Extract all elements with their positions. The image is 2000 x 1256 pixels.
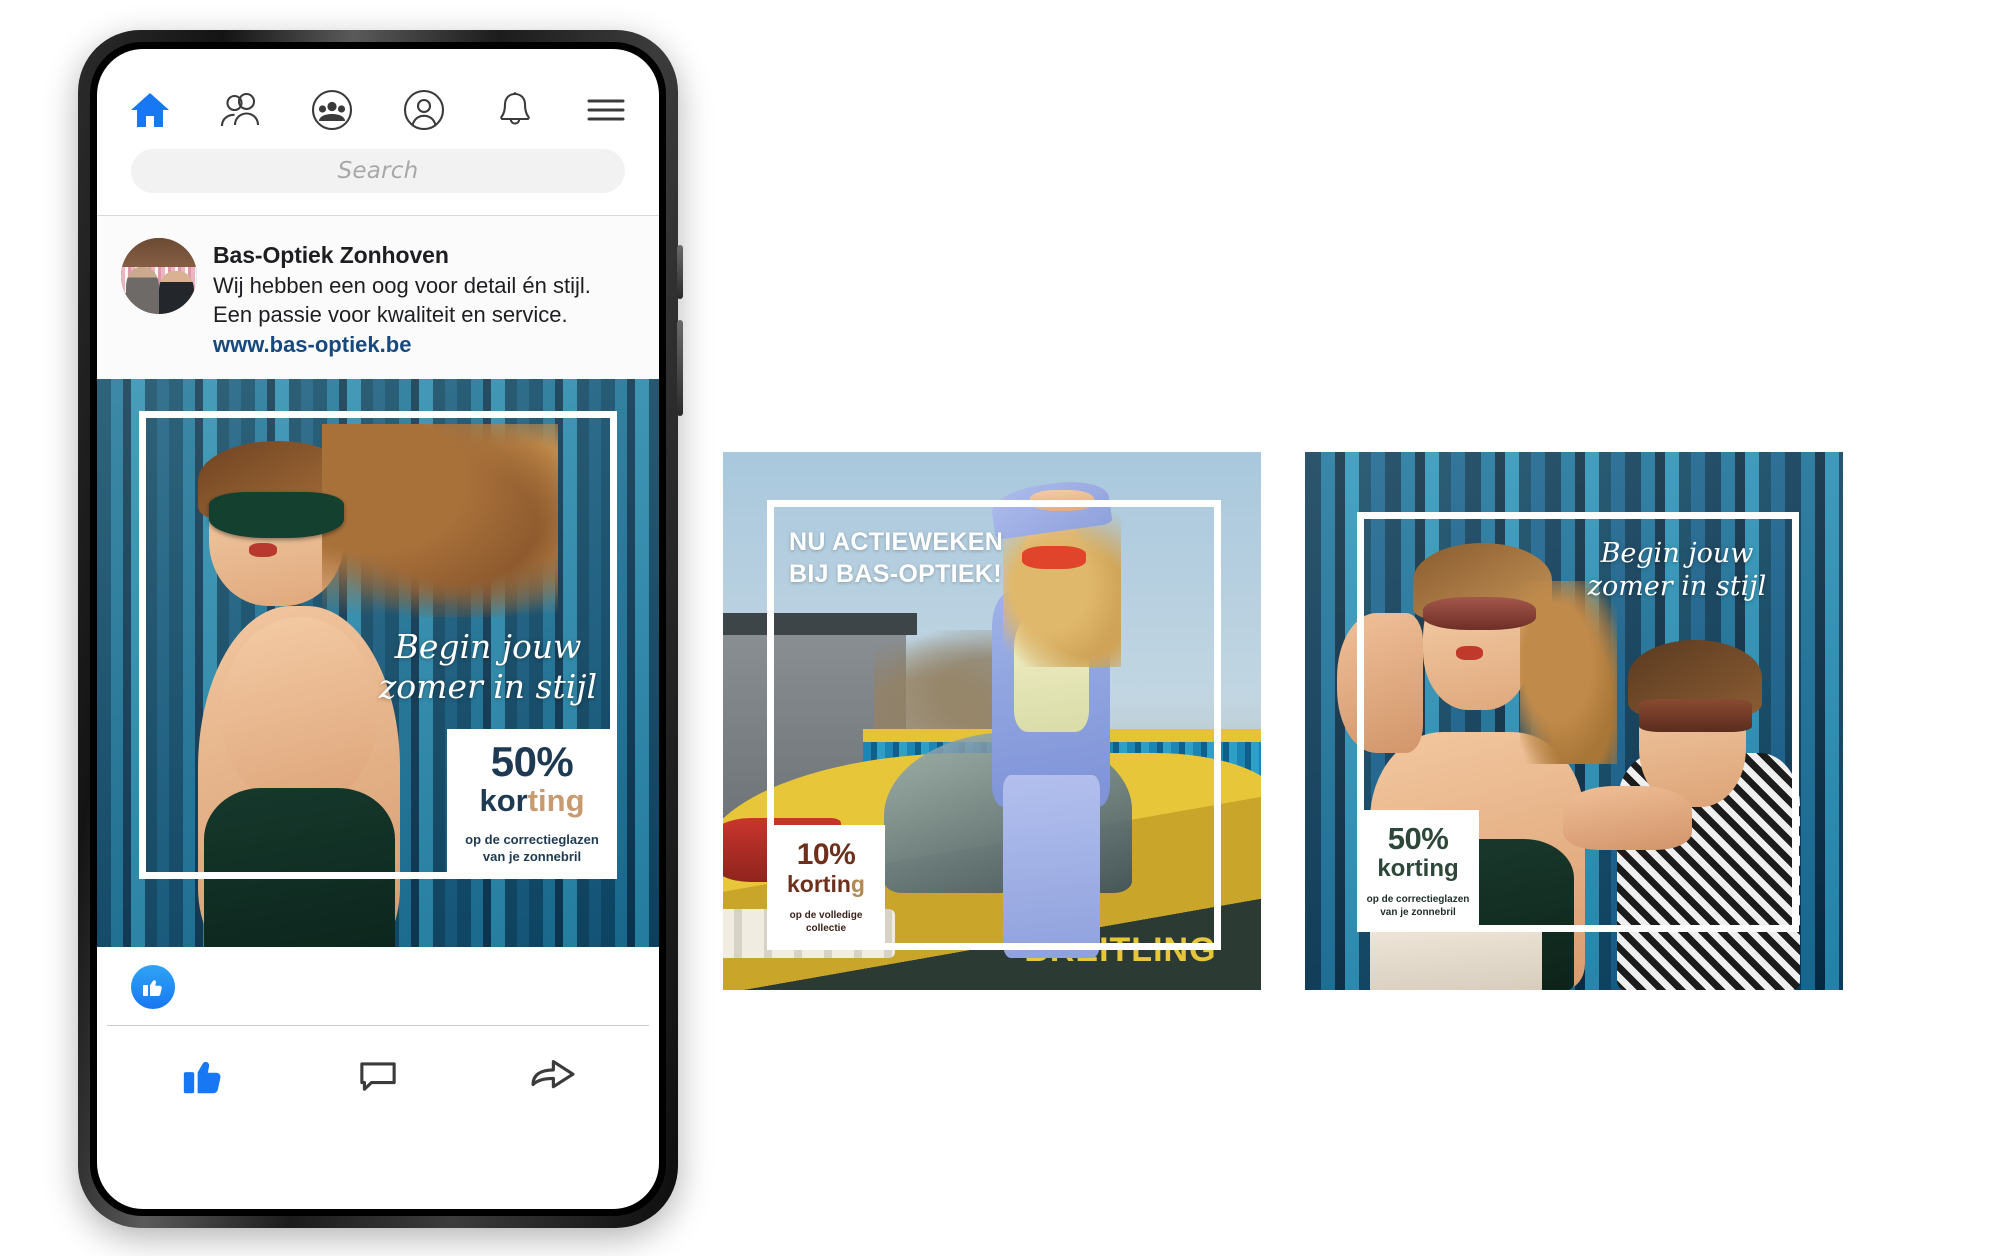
ad-creative-couple[interactable]: Begin jouw zomer in stijl 50% korting op…: [1305, 452, 1843, 990]
badge-percent: 10%: [796, 838, 856, 872]
comment-button[interactable]: [343, 1048, 413, 1104]
post-text-block: Bas-Optiek Zonhoven Wij hebben een oog v…: [213, 238, 591, 361]
ad-script-text: Begin jouw zomer in stijl: [1587, 538, 1767, 602]
phone-bezel: Search Bas-Optiek Zonhoven Wij hebben ee…: [90, 42, 666, 1216]
badge-percent: 50%: [490, 738, 574, 786]
post-creative-image[interactable]: Begin jouw zomer in stijl 50% korting op…: [97, 378, 659, 947]
ad-discount-badge: 50% korting op de correctieglazen van je…: [1357, 810, 1479, 932]
bell-icon[interactable]: [492, 87, 538, 133]
badge-percent: 50%: [1387, 820, 1449, 856]
badge-sub-2: van je zonnebril: [1380, 907, 1456, 919]
groups-icon[interactable]: [309, 87, 355, 133]
badge-korting: korting: [1377, 856, 1458, 881]
post-line-2: Een passie voor kwaliteit en service.: [213, 302, 568, 328]
hamburger-menu-icon[interactable]: [583, 87, 629, 133]
profile-icon[interactable]: [401, 87, 447, 133]
creative-discount-badge: 50% korting op de correctieglazen van je…: [447, 728, 617, 879]
mockup-canvas: Search Bas-Optiek Zonhoven Wij hebben ee…: [0, 0, 2000, 1256]
badge-sub-1: op de correctieglazen: [465, 831, 599, 847]
app-top-navigation: [97, 49, 659, 139]
share-button[interactable]: [518, 1048, 588, 1104]
ad-discount-badge: 10% korting op de volledige collectie: [767, 825, 885, 950]
home-icon[interactable]: [127, 87, 173, 133]
like-reaction-badge[interactable]: [131, 964, 175, 1009]
avatar[interactable]: [121, 238, 197, 314]
badge-sub-1: op de volledige: [789, 909, 863, 921]
phone-button-power: [677, 320, 683, 416]
badge-korting-accent: ting: [527, 783, 585, 819]
post-line-1: Wij hebben een oog voor detail én stijl.: [213, 272, 591, 298]
badge-sub-1: op de correctieglazen: [1366, 894, 1470, 906]
page-name[interactable]: Bas-Optiek Zonhoven: [213, 240, 591, 271]
badge-korting-accent: g: [850, 871, 865, 898]
badge-korting-dark: korting: [1377, 854, 1459, 882]
post-header: Bas-Optiek Zonhoven Wij hebben een oog v…: [97, 216, 659, 379]
ad-headline: NU ACTIEWEKEN BIJ BAS-OPTIEK!: [789, 528, 1004, 588]
friends-icon[interactable]: [218, 87, 264, 133]
badge-korting: korting: [479, 785, 584, 818]
search-input[interactable]: Search: [131, 149, 625, 193]
like-button[interactable]: [168, 1048, 238, 1104]
post-actions-row: [97, 1025, 659, 1130]
phone-screen: Search Bas-Optiek Zonhoven Wij hebben ee…: [97, 49, 659, 1209]
badge-sub-2: van je zonnebril: [482, 848, 582, 864]
badge-sub-2: collectie: [805, 922, 847, 934]
search-bar-container: Search: [97, 139, 659, 215]
creative-script-text: Begin jouw zomer in stijl: [378, 626, 598, 706]
ad-creative-aviation[interactable]: BREITLING NU ACTIEWEKEN BIJ BAS-OPTIEK! …: [723, 452, 1261, 990]
post-link[interactable]: www.bas-optiek.be: [213, 330, 591, 361]
phone-button-volume: [677, 245, 683, 299]
badge-korting-dark: kortin: [787, 871, 851, 898]
post-reactions-row: [97, 946, 659, 1025]
search-placeholder: Search: [337, 158, 419, 184]
badge-korting-dark: kor: [479, 783, 528, 819]
badge-korting: korting: [787, 872, 865, 896]
smartphone-mockup: Search Bas-Optiek Zonhoven Wij hebben ee…: [78, 30, 683, 1228]
